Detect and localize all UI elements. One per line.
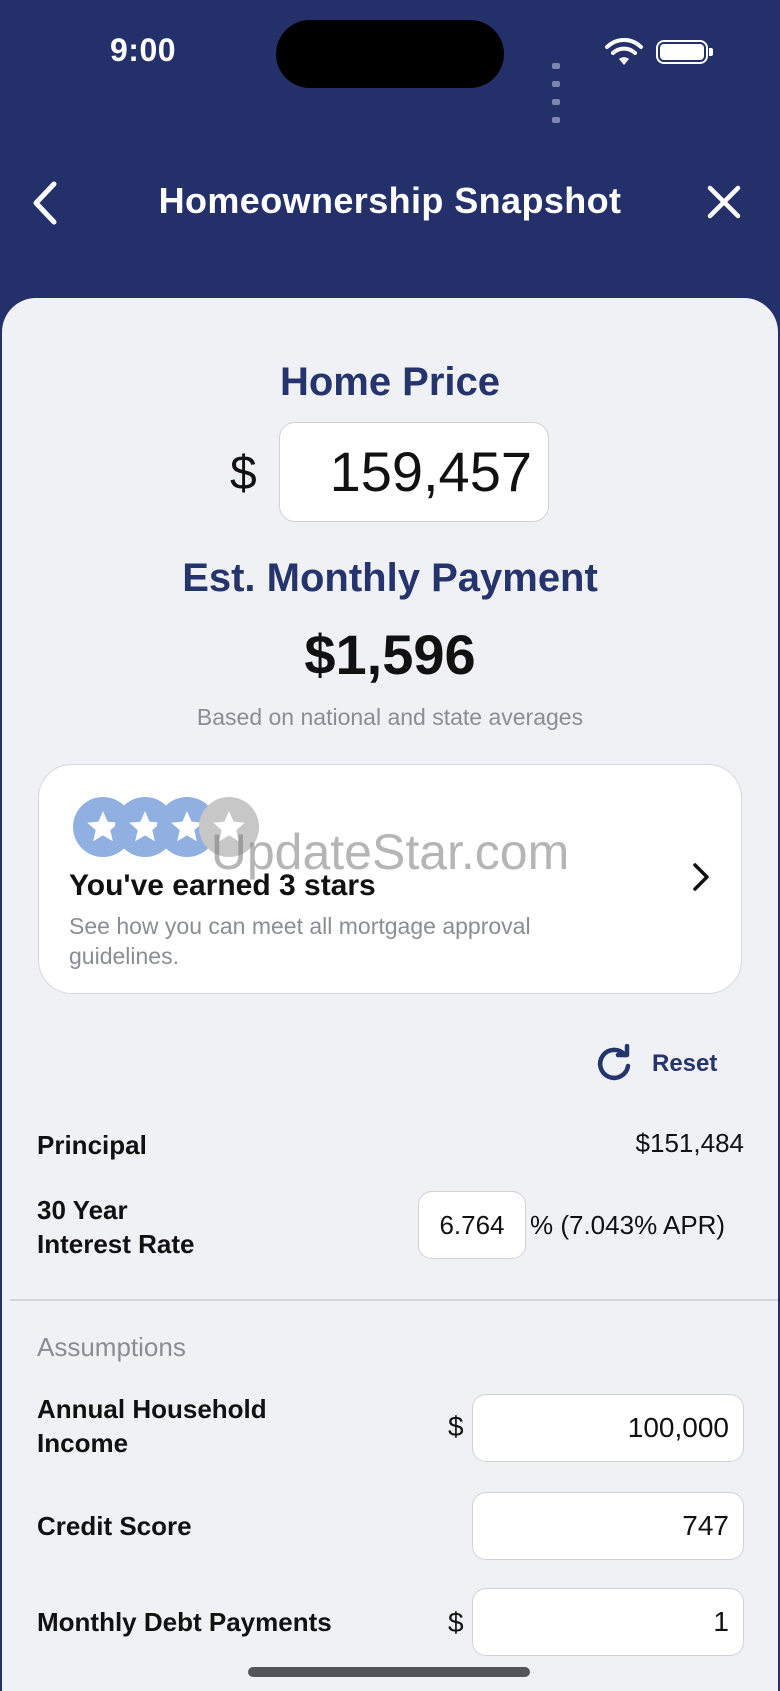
debt-currency: $ <box>448 1607 464 1638</box>
debt-payments-input[interactable]: 1 <box>472 1588 744 1656</box>
credit-score-label: Credit Score <box>37 1511 192 1541</box>
debt-payments-label: Monthly Debt Payments <box>37 1607 332 1637</box>
principal-value: $151,484 <box>635 1128 744 1158</box>
page-title: Homeownership Snapshot <box>158 180 622 221</box>
income-label: Annual Household Income <box>37 1394 267 1458</box>
interest-rate-input[interactable]: 6.764 <box>418 1191 526 1259</box>
stars-title: You've earned 3 stars <box>69 869 376 902</box>
monthly-payment-label: Est. Monthly Payment <box>182 556 598 600</box>
wifi-icon <box>605 38 643 65</box>
home-price-input[interactable]: 159,457 <box>279 422 549 522</box>
star-empty-icon <box>199 797 259 857</box>
interest-rate-label: 30 Year Interest Rate <box>37 1195 195 1259</box>
income-input[interactable]: 100,000 <box>472 1394 744 1462</box>
home-price-label: Home Price <box>279 360 501 404</box>
chevron-right-icon <box>693 863 709 891</box>
dynamic-island <box>276 20 504 88</box>
cellular-signal-icon <box>552 56 564 128</box>
battery-icon <box>656 40 713 64</box>
close-icon[interactable] <box>706 184 742 220</box>
home-price-currency: $ <box>230 447 257 500</box>
monthly-payment-value: $1,596 <box>304 623 476 686</box>
reset-button[interactable]: Reset <box>594 1042 717 1086</box>
divider <box>10 1299 778 1301</box>
refresh-icon <box>597 1044 631 1081</box>
snapshot-sheet: Home Price $ 159,457 Est. Monthly Paymen… <box>2 298 778 1691</box>
stars-rating <box>73 797 273 859</box>
status-time: 9:00 <box>110 32 177 68</box>
apr-text: % (7.043% APR) <box>530 1210 726 1240</box>
payment-note: Based on national and state averages <box>196 704 584 730</box>
home-indicator[interactable] <box>248 1667 530 1677</box>
assumptions-heading: Assumptions <box>37 1332 186 1362</box>
stars-description: See how you can meet all mortgage approv… <box>69 913 531 969</box>
principal-label: Principal <box>37 1130 147 1160</box>
credit-score-input[interactable]: 747 <box>472 1492 744 1560</box>
reset-label: Reset <box>652 1050 718 1077</box>
stars-card[interactable]: UpdateStar.com You've earned 3 stars See… <box>38 764 742 994</box>
income-currency: $ <box>448 1411 464 1442</box>
